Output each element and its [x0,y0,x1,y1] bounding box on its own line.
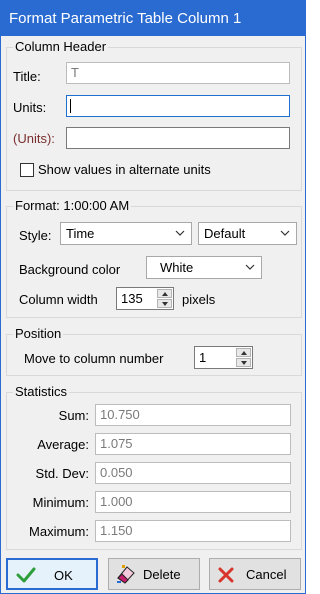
format-column-dialog: Format Parametric Table Column 1 Column … [0,0,306,594]
style-format-value: Default [204,226,246,241]
spinner-buttons [157,289,172,308]
ok-button[interactable]: OK [6,558,98,590]
spin-up-button[interactable] [157,289,172,298]
maximum-value: 1.150 [95,520,291,542]
check-icon [16,567,36,583]
sum-label: Sum: [58,408,89,423]
alt-units-label: (Units): [13,131,55,146]
dialog-title: Format Parametric Table Column 1 [1,1,305,36]
ok-label: OK [54,568,73,583]
eraser-icon [117,565,135,584]
title-label: Title: [13,69,41,84]
column-width-value: 135 [121,291,143,306]
chevron-down-icon [280,230,290,236]
spin-up-button[interactable] [236,348,251,357]
style-select-value: Time [66,226,95,241]
background-color-label: Background color [19,262,121,277]
chevron-down-icon [245,264,255,270]
cancel-label: Cancel [246,567,287,582]
alt-units-input[interactable] [66,127,290,149]
average-label: Average: [37,437,89,452]
std-dev-value: 0.050 [95,462,291,484]
move-to-column-label: Move to column number [24,351,164,366]
show-alt-units-checkbox[interactable] [20,163,34,177]
arrow-down-icon [241,361,247,365]
format-group: Format: 1:00:00 AM Style: Time Default B… [6,198,302,318]
chevron-down-icon [175,230,185,236]
background-color-value: White [160,260,194,275]
sum-value: 10.750 [95,404,291,426]
format-legend: Format: 1:00:00 AM [13,198,132,214]
background-color-select[interactable]: White [146,256,262,279]
style-select[interactable]: Time [60,222,192,245]
statistics-legend: Statistics [13,384,70,400]
spin-down-button[interactable] [236,358,251,367]
arrow-down-icon [162,302,168,306]
units-label: Units: [13,100,47,115]
arrow-up-icon [162,292,168,296]
delete-button[interactable]: Delete [108,558,200,590]
move-to-column-value: 1 [199,350,207,365]
column-width-unit: pixels [182,292,216,307]
std-dev-label: Std. Dev: [35,466,89,481]
position-group: Position Move to column number 1 [6,326,302,376]
column-width-label: Column width [19,292,98,307]
spin-down-button[interactable] [157,299,172,308]
average-value: 1.075 [95,433,291,455]
spinner-buttons [236,348,251,367]
minimum-label: Minimum: [32,495,89,510]
style-label: Style: [19,228,52,243]
column-header-legend: Column Header [13,39,109,55]
units-input[interactable] [66,95,290,117]
text-caret [70,99,71,113]
x-icon [218,567,234,583]
minimum-value: 1.000 [95,491,291,513]
show-alt-units-label[interactable]: Show values in alternate units [38,162,211,178]
delete-label: Delete [143,567,181,582]
title-input[interactable]: T [66,62,290,84]
move-to-column-spinner[interactable]: 1 [194,346,253,369]
style-format-select[interactable]: Default [198,222,297,245]
maximum-label: Maximum: [29,524,89,539]
cancel-button[interactable]: Cancel [209,558,301,590]
arrow-up-icon [241,351,247,355]
column-width-spinner[interactable]: 135 [116,287,174,310]
statistics-group: Statistics Sum: 10.750 Average: 1.075 St… [6,384,302,550]
position-legend: Position [13,326,64,342]
column-header-group: Column Header Title: T Units: (Units): S… [6,39,302,191]
